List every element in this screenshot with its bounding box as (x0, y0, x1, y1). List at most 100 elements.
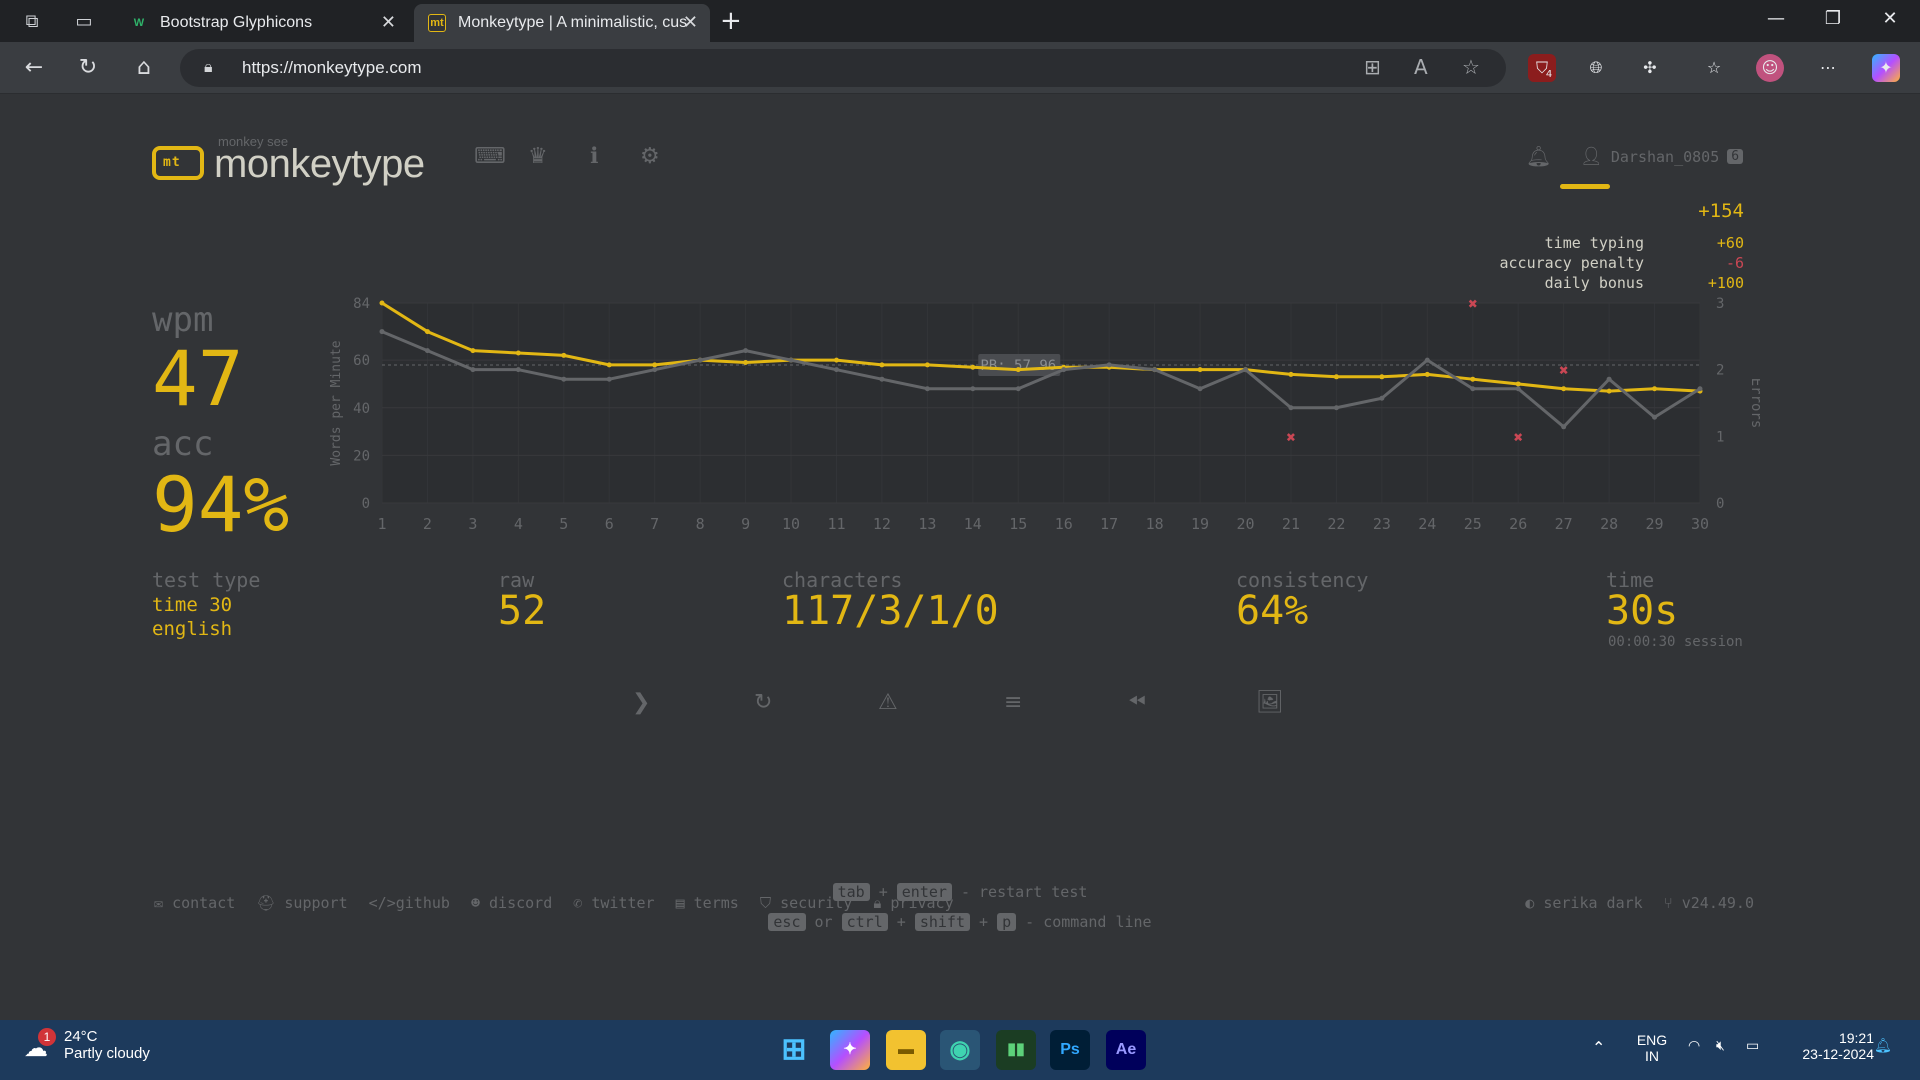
weather-badge: 1 (38, 1028, 56, 1046)
wpm-point (1561, 386, 1567, 392)
tab-actions-icon[interactable]: ▭ (70, 8, 98, 36)
photoshop-icon[interactable]: Ps (1050, 1030, 1090, 1070)
more-menu-icon[interactable]: ⋯ (1814, 54, 1842, 82)
crown-icon[interactable]: ♛ (528, 144, 548, 169)
x-tick-label: 28 (1600, 515, 1618, 533)
keyboard-icon[interactable]: ⌨ (474, 144, 506, 169)
y-tick-label: 20 (353, 448, 370, 464)
copilot-icon[interactable]: ✦ (1872, 54, 1900, 82)
error-marker: ✖ (1286, 430, 1296, 444)
privacy-link[interactable]: 🔒︎ privacy (873, 894, 953, 912)
notification-bell-icon[interactable]: 🔔︎ (1874, 1038, 1892, 1054)
file-explorer-icon[interactable]: ▬ (886, 1030, 926, 1070)
close-tab-icon[interactable]: ✕ (381, 12, 396, 33)
discord-link[interactable]: ☻ discord (471, 894, 552, 912)
restart-icon[interactable]: ↻ (754, 690, 772, 715)
globe-extension-icon[interactable]: 🌐︎ (1582, 54, 1610, 82)
info-icon[interactable]: ℹ (590, 144, 598, 169)
words-history-icon[interactable]: ≡ (1004, 690, 1022, 715)
close-tab-icon[interactable]: ✕ (683, 12, 698, 33)
terms-link[interactable]: ▤ terms (676, 894, 739, 912)
edge-browser-icon[interactable]: ◉ (940, 1030, 980, 1070)
raw-point (379, 329, 385, 335)
address-bar[interactable]: 🔒︎ https://monkeytype.com ⊞ A ☆ (180, 49, 1506, 87)
security-link[interactable]: ⛉ security (760, 894, 853, 912)
windows-start-icon[interactable]: ⊞ (774, 1030, 814, 1070)
account-button[interactable]: 👤︎ Darshan_0805 6 (1580, 146, 1744, 167)
x-tick-label: 3 (468, 515, 477, 533)
url-text[interactable]: https://monkeytype.com (242, 58, 422, 78)
lock-icon[interactable]: 🔒︎ (204, 57, 213, 77)
logo-text: monkeytype (214, 142, 425, 186)
next-test-chevron-icon[interactable]: ❯ (632, 690, 650, 715)
bell-icon[interactable]: 🔔︎ (1526, 144, 1551, 168)
raw-point (1515, 386, 1521, 392)
restore-icon[interactable]: ❐ (1813, 8, 1853, 29)
warning-icon[interactable]: ⚠ (878, 690, 898, 715)
raw-point (1697, 386, 1703, 392)
tab-monkeytype[interactable]: mt Monkeytype | A minimalistic, customiz… (414, 4, 710, 42)
workspaces-icon[interactable]: ⧉ (18, 8, 46, 36)
github-link[interactable]: </>github (369, 894, 450, 912)
tray-overflow-chevron-icon[interactable]: ⌃ (1592, 1038, 1605, 1057)
wpm-point (1424, 371, 1430, 377)
favorite-star-icon[interactable]: ☆ (1462, 55, 1480, 79)
contact-link[interactable]: ✉ contact (154, 894, 235, 912)
raw-point (1652, 414, 1658, 420)
replay-icon[interactable]: ⏪︎ (1128, 690, 1146, 715)
raw-point (970, 386, 976, 392)
close-window-icon[interactable]: ✕ (1870, 8, 1910, 29)
volume-muted-icon[interactable]: 🔇︎ (1716, 1038, 1725, 1054)
raw-point (424, 348, 430, 354)
raw-point (788, 357, 794, 363)
battery-icon[interactable]: ▭ (1746, 1038, 1759, 1054)
clock-time: 19:21 (1838, 1030, 1874, 1046)
wpm-point (1197, 367, 1203, 373)
copilot-app-icon[interactable]: ✦ (830, 1030, 870, 1070)
tab-bootstrap-glyphicons[interactable]: W Bootstrap Glyphicons ✕ (116, 4, 408, 42)
version-link[interactable]: ⑂ v24.49.0 (1664, 894, 1754, 912)
x-tick-label: 5 (559, 515, 568, 533)
app-available-icon[interactable]: ⊞ (1364, 55, 1381, 79)
monkeytype-favicon-icon: mt (428, 14, 446, 32)
weather-widget[interactable]: 24°C Partly cloudy (64, 1028, 150, 1062)
chart-app-icon[interactable]: ▮▮ (996, 1030, 1036, 1070)
hint-command-line: esc or ctrl + shift + p - command line (0, 913, 1920, 931)
x-tick-label: 4 (514, 515, 523, 533)
x-tick-label: 25 (1464, 515, 1482, 533)
minimize-icon[interactable]: — (1756, 8, 1796, 29)
footer-links: ✉ contact ⛑ support </>github ☻ discord … (154, 894, 954, 912)
new-tab-icon[interactable]: + (720, 6, 742, 36)
profile-avatar[interactable]: ☺ (1756, 54, 1784, 82)
favorites-icon[interactable]: ☆ (1700, 54, 1728, 82)
wpm-point (379, 300, 385, 306)
twitter-link[interactable]: ✆ twitter (573, 894, 654, 912)
key-ctrl: ctrl (841, 913, 888, 931)
extensions-puzzle-icon[interactable]: ✣ (1636, 54, 1664, 82)
windows-taskbar: ☁ 1 24°C Partly cloudy ⊞ ✦ ▬ ◉ ▮▮ Ps Ae … (0, 1020, 1920, 1080)
language-indicator[interactable]: ENG IN (1634, 1032, 1670, 1064)
settings-gear-icon[interactable]: ⚙ (640, 144, 660, 169)
test-type-label: test type (152, 568, 261, 592)
reload-icon[interactable]: ↻ (72, 52, 104, 84)
x-tick-label: 18 (1146, 515, 1164, 533)
wpm-value: 47 (152, 334, 244, 423)
x-tick-label: 13 (918, 515, 936, 533)
wpm-point (606, 362, 612, 368)
wpm-point (1379, 374, 1385, 380)
after-effects-icon[interactable]: Ae (1106, 1030, 1146, 1070)
read-aloud-icon[interactable]: A (1414, 55, 1428, 79)
support-link[interactable]: ⛑ support (256, 894, 347, 912)
raw-point (924, 386, 930, 392)
clock[interactable]: 19:21 23-12-2024 (1784, 1030, 1874, 1062)
theme-button[interactable]: ◐ serika dark (1525, 894, 1642, 912)
x-tick-label: 8 (696, 515, 705, 533)
footer-right: ◐ serika dark ⑂ v24.49.0 (1525, 894, 1754, 912)
wifi-icon[interactable]: ◠ (1688, 1038, 1700, 1054)
x-tick-label: 27 (1555, 515, 1573, 533)
y2-tick-label: 3 (1716, 296, 1724, 312)
raw-point (1243, 367, 1249, 373)
back-icon[interactable]: ← (18, 52, 50, 84)
home-icon[interactable]: ⌂ (128, 52, 160, 84)
screenshot-image-icon[interactable]: 🖼︎ (1256, 690, 1284, 715)
